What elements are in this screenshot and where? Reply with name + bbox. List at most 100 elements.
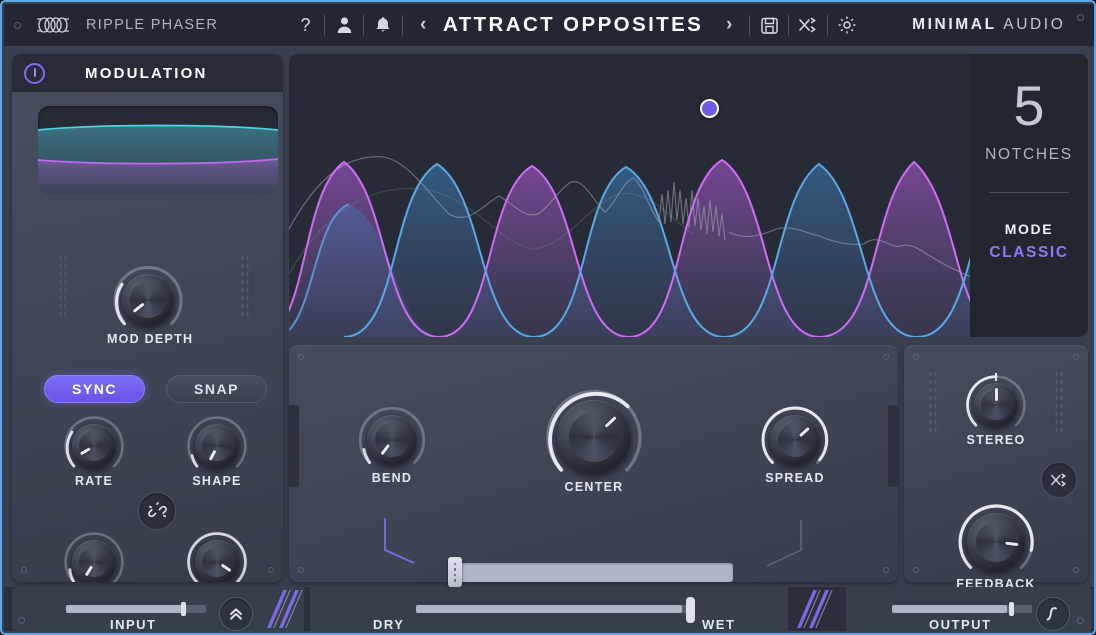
feedback-knob[interactable] bbox=[967, 513, 1025, 571]
divider bbox=[749, 14, 751, 36]
panel-screw bbox=[913, 567, 919, 573]
lfo-waveform-display[interactable] bbox=[38, 106, 278, 194]
window-corner-dot-bottom-left bbox=[18, 617, 25, 624]
preset-name[interactable]: ATTRACT OPPOSITES bbox=[439, 13, 707, 37]
vendor-name-light: AUDIO bbox=[1003, 16, 1066, 33]
texture-dots-right bbox=[240, 254, 250, 318]
bend-connector-line bbox=[384, 518, 415, 564]
shape-knob[interactable] bbox=[195, 424, 239, 468]
broken-link-icon[interactable] bbox=[138, 492, 176, 530]
shuffle-icon[interactable] bbox=[1041, 462, 1077, 498]
input-slider-fill bbox=[66, 605, 183, 613]
gear-icon[interactable] bbox=[832, 12, 862, 38]
window-corner-dot-bottom-right bbox=[1077, 617, 1084, 624]
divider bbox=[989, 192, 1069, 193]
stereo-control: STEREO bbox=[961, 370, 1031, 447]
panel-screw bbox=[298, 354, 304, 360]
texture-dots-left bbox=[928, 370, 938, 436]
input-stripes-decoration bbox=[267, 590, 303, 628]
notch-count[interactable]: 5 bbox=[1013, 78, 1044, 134]
wet-label: WET bbox=[702, 617, 736, 632]
prev-preset-button[interactable]: ‹ bbox=[407, 14, 439, 36]
bend-control: BEND bbox=[353, 401, 431, 485]
snap-button[interactable]: SNAP bbox=[166, 375, 267, 403]
window-corner-dot-right bbox=[1077, 14, 1084, 21]
bend-knob[interactable] bbox=[367, 415, 417, 465]
window-corner-dot-left bbox=[14, 21, 21, 29]
spread-control: SPREAD bbox=[756, 401, 834, 485]
center-label: CENTER bbox=[564, 480, 624, 494]
plugin-name: RIPPLE PHASER bbox=[86, 17, 219, 33]
rate-label: RATE bbox=[74, 474, 114, 488]
texture-dots-right bbox=[1054, 370, 1064, 436]
shape-control: SHAPE bbox=[182, 411, 252, 488]
stereo-label: STEREO bbox=[966, 433, 1026, 447]
panel-screw bbox=[913, 354, 919, 360]
panel-notch-right bbox=[888, 405, 899, 487]
center-control: CENTER bbox=[539, 382, 649, 494]
panel-screw bbox=[268, 567, 274, 573]
mode-value[interactable]: CLASSIC bbox=[989, 244, 1068, 262]
modulation-title: MODULATION bbox=[85, 64, 208, 82]
user-icon[interactable] bbox=[329, 12, 359, 38]
divider bbox=[827, 14, 829, 36]
spread-connector-line bbox=[766, 520, 802, 567]
mod-depth-label: MOD DEPTH bbox=[107, 332, 194, 346]
shuffle-icon[interactable] bbox=[793, 12, 823, 38]
mod-depth-knob[interactable] bbox=[122, 274, 174, 326]
rate-knob[interactable] bbox=[72, 424, 116, 468]
input-slider-handle[interactable] bbox=[181, 602, 186, 616]
s-curve-icon[interactable] bbox=[1036, 597, 1070, 631]
output-label: OUTPUT bbox=[929, 617, 992, 632]
mod-balance-track[interactable] bbox=[458, 563, 733, 582]
mod-position-handle[interactable] bbox=[700, 99, 719, 118]
mod-depth-control: MOD DEPTH bbox=[107, 259, 194, 346]
output-slider-fill bbox=[892, 605, 1007, 613]
bell-icon[interactable] bbox=[368, 12, 398, 38]
rate-control: RATE bbox=[59, 411, 129, 488]
panel-screw bbox=[883, 354, 889, 360]
vendor-branding: MINIMAL AUDIO bbox=[912, 16, 1065, 34]
bend-label: BEND bbox=[371, 471, 413, 485]
offset-control: OFFSET bbox=[182, 527, 252, 582]
power-icon[interactable] bbox=[24, 62, 45, 84]
snap-label: SNAP bbox=[194, 381, 239, 397]
feedback-control: FEEDBACK bbox=[952, 498, 1040, 591]
panel-notch-left bbox=[288, 405, 299, 487]
header-icon-group: ? ‹ bbox=[290, 12, 439, 38]
filter-curves bbox=[289, 156, 1088, 337]
notch-count-label: NOTCHES bbox=[985, 146, 1073, 163]
sync-label: SYNC bbox=[72, 381, 117, 397]
randomize-knob[interactable] bbox=[72, 540, 116, 582]
shape-label: SHAPE bbox=[192, 474, 242, 488]
footer-bar: INPUT DRY WET OUTPUT bbox=[4, 587, 1094, 632]
dry-label: DRY bbox=[373, 617, 405, 632]
spread-label: SPREAD bbox=[765, 471, 825, 485]
vendor-name-bold: MINIMAL bbox=[912, 16, 997, 33]
divider bbox=[324, 14, 326, 36]
spread-knob[interactable] bbox=[770, 415, 820, 465]
offset-knob[interactable] bbox=[195, 540, 239, 582]
next-preset-button[interactable]: › bbox=[713, 14, 745, 36]
output-slider-handle[interactable] bbox=[1009, 602, 1014, 616]
divider bbox=[788, 14, 790, 36]
question-mark-icon[interactable]: ? bbox=[290, 12, 320, 38]
panel-screw bbox=[883, 567, 889, 573]
plugin-window: RIPPLE PHASER ? ‹ ATTRACT OPPOSITES › MI… bbox=[0, 0, 1096, 635]
panel-screw bbox=[1073, 354, 1079, 360]
notch-info-box: 5 NOTCHES MODE CLASSIC bbox=[970, 54, 1088, 337]
sync-button[interactable]: SYNC bbox=[44, 375, 145, 403]
save-disk-icon[interactable] bbox=[754, 12, 784, 38]
center-knob[interactable] bbox=[557, 400, 631, 474]
chevron-up-icon[interactable] bbox=[219, 597, 253, 631]
mod-balance-handle[interactable] bbox=[448, 557, 462, 587]
randomize-control: RANDOMIZE bbox=[59, 527, 129, 582]
stereo-knob[interactable] bbox=[974, 383, 1018, 427]
filter-response-display[interactable]: 5 NOTCHES MODE CLASSIC bbox=[289, 54, 1088, 337]
drywet-slider-handle[interactable] bbox=[686, 597, 695, 623]
divider bbox=[402, 14, 404, 36]
plugin-body: MODULATION MOD DEPTH SYNC SNAP RATE SHAP… bbox=[4, 46, 1094, 612]
output-stripes-decoration bbox=[797, 590, 833, 628]
panel-screw bbox=[298, 567, 304, 573]
ripple-logo-icon bbox=[33, 15, 75, 35]
